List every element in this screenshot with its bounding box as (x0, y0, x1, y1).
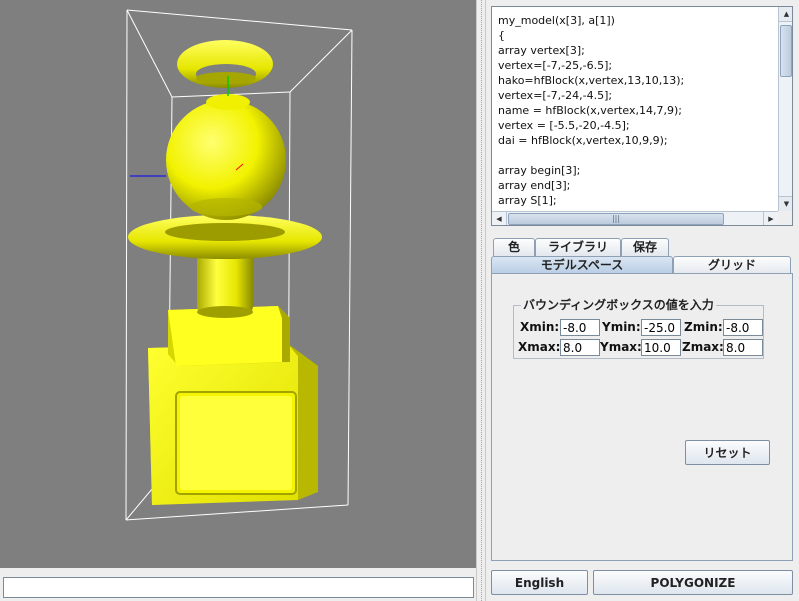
polygonize-button[interactable]: POLYGONIZE (593, 570, 793, 595)
ymin-label: Ymin: (602, 320, 641, 334)
english-button[interactable]: English (491, 570, 588, 595)
code-line[interactable]: dai = hfBlock(x,vertex,10,9,9); (498, 133, 778, 148)
ymin-input[interactable] (641, 319, 681, 336)
reset-button[interactable]: リセット (685, 440, 770, 465)
tab-color[interactable]: 色 (493, 238, 535, 256)
code-line[interactable]: array S[1]; (498, 193, 778, 208)
xmax-input[interactable] (560, 339, 600, 356)
vertical-scroll-thumb[interactable] (780, 25, 792, 77)
bounding-box-legend: バウンディングボックスの値を入力 (521, 298, 716, 312)
zmax-input[interactable] (723, 339, 763, 356)
zmin-input[interactable] (723, 319, 763, 336)
xmin-input[interactable] (560, 319, 600, 336)
model-render (125, 9, 353, 521)
scroll-left-arrow-icon[interactable]: ◀ (492, 212, 507, 225)
code-line[interactable]: array end[3]; (498, 178, 778, 193)
base-block (148, 344, 318, 505)
ymax-label: Ymax: (600, 340, 642, 354)
tab-grid[interactable]: グリッド (673, 256, 791, 274)
code-text[interactable]: my_model(x[3], a[1]){array vertex[3]; ver… (492, 7, 778, 211)
lower-ring (128, 215, 322, 259)
scroll-down-arrow-icon[interactable]: ▼ (779, 196, 792, 211)
code-line[interactable]: array vertex[3]; (498, 43, 778, 58)
zmin-label: Zmin: (684, 320, 723, 334)
xmin-label: Xmin: (520, 320, 560, 334)
code-line[interactable]: array begin[3]; (498, 163, 778, 178)
code-line[interactable]: { (498, 28, 778, 43)
code-line[interactable] (498, 148, 778, 163)
scroll-up-arrow-icon[interactable]: ▲ (779, 7, 792, 22)
top-ring (177, 40, 273, 88)
vertical-scrollbar[interactable]: ▲ ▼ (778, 7, 792, 211)
scroll-right-arrow-icon[interactable]: ▶ (763, 212, 778, 225)
code-line[interactable]: vertex=[-7,-25,-6.5]; (498, 58, 778, 73)
split-pane-divider[interactable] (476, 0, 486, 601)
tab-save[interactable]: 保存 (621, 238, 669, 256)
code-line[interactable]: vertex=[-7,-24,-4.5]; (498, 88, 778, 103)
code-line[interactable]: vertex = [-5.5,-20,-4.5]; (498, 118, 778, 133)
code-line[interactable]: my_model(x[3], a[1]) (498, 13, 778, 28)
horizontal-scroll-thumb[interactable]: ||| (508, 213, 724, 225)
xmax-label: Xmax: (518, 340, 561, 354)
command-bar (0, 568, 476, 601)
tab-model-space[interactable]: モデルスペース (491, 256, 673, 274)
zmax-label: Zmax: (682, 340, 724, 354)
command-input[interactable] (3, 577, 474, 598)
model-viewport[interactable] (0, 0, 476, 568)
control-panel: my_model(x[3], a[1]){array vertex[3]; ver… (486, 0, 799, 601)
ymax-input[interactable] (641, 339, 681, 356)
code-line[interactable]: hako=hfBlock(x,vertex,13,10,13); (498, 73, 778, 88)
code-line[interactable]: name = hfBlock(x,vertex,14,7,9); (498, 103, 778, 118)
horizontal-scrollbar[interactable]: ◀ ||| ▶ (492, 211, 778, 225)
tab-library[interactable]: ライブラリ (535, 238, 621, 256)
code-editor[interactable]: my_model(x[3], a[1]){array vertex[3]; ver… (491, 6, 793, 226)
